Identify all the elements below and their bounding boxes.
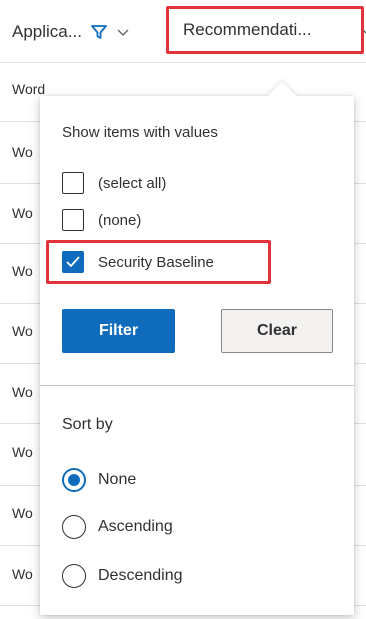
highlight-box [46,240,271,284]
table-cell-application: Word [12,81,46,97]
filter-option-label: (none) [98,211,142,229]
table-cell-application: Wo [12,505,33,521]
clear-button[interactable]: Clear [221,309,333,353]
table-cell-application: Wo [12,205,33,221]
table-cell-application: Wo [12,566,33,582]
filter-dropdown-panel: Show items with values (select all) (non… [40,81,354,615]
table-cell-application: Wo [12,263,33,279]
filter-option-none[interactable]: (none) [62,207,141,233]
filter-dropdown-content: Show items with values (select all) (non… [40,96,354,615]
sort-option-label: Ascending [98,518,173,535]
sort-by-label: Sort by [62,416,113,433]
chevron-down-icon[interactable] [116,25,130,39]
sort-option-ascending[interactable]: Ascending [62,513,173,541]
filter-icon[interactable] [90,23,108,41]
column-header-application[interactable]: Applica... [12,18,130,46]
select-all-checkbox[interactable] [62,172,84,194]
table-cell-application: Wo [12,323,33,339]
chevron-down-icon[interactable] [361,25,366,39]
sort-option-label: None [98,471,137,488]
section-divider [40,385,354,386]
filter-option-label: (select all) [98,174,167,192]
column-header-row: Applica... Recommendati... [0,0,366,63]
none-checkbox[interactable] [62,209,84,231]
sort-option-label: Descending [98,567,183,584]
filter-button[interactable]: Filter [62,309,175,353]
show-items-label: Show items with values [62,124,218,141]
table-cell-application: Wo [12,144,33,160]
sort-descending-radio[interactable] [62,564,86,588]
sort-option-none[interactable]: None [62,466,136,494]
table-cell-application: Wo [12,444,33,460]
table-cell-application: Wo [12,384,33,400]
filter-option-select-all[interactable]: (select all) [62,170,166,196]
column-header-recommendation-label: Recommendati... [183,20,312,39]
column-header-recommendation[interactable]: Recommendati... [166,6,366,54]
sort-ascending-radio[interactable] [62,515,86,539]
column-header-application-label: Applica... [12,22,82,41]
sort-none-radio[interactable] [62,468,86,492]
sort-option-descending[interactable]: Descending [62,562,183,590]
